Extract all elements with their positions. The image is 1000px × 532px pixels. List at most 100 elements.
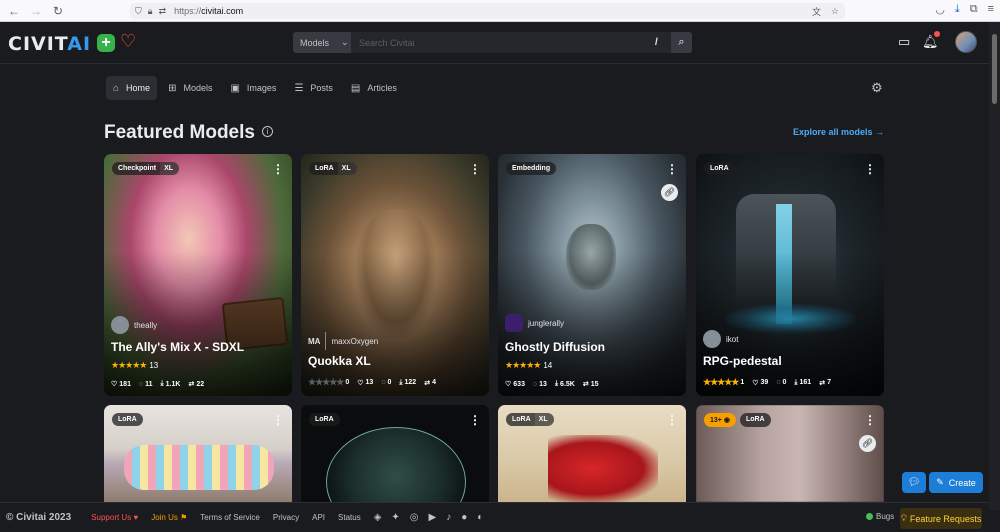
scrollbar-thumb[interactable] <box>992 34 997 104</box>
type-badge: LoRA <box>506 413 535 426</box>
badge-group: LoRA XL <box>506 413 554 426</box>
menu-icon[interactable]: ≡ <box>988 3 994 16</box>
subnav-home[interactable]: ⌂ Home <box>106 76 158 100</box>
type-badge: Embedding <box>506 162 557 175</box>
address-bar[interactable]: ⛉ 🔒︎ ⇄ https://civitai.com 文 ☆ <box>130 3 845 19</box>
more-options-icon[interactable]: ⋮ <box>272 413 284 427</box>
explore-all-models-link[interactable]: Explore all models → <box>793 127 884 137</box>
reload-icon[interactable]: ↻ <box>50 3 66 19</box>
discord-icon[interactable]: ◈ <box>374 512 382 523</box>
downloads-icon[interactable]: ⤓ <box>955 3 960 16</box>
status-link[interactable]: Status <box>338 513 361 522</box>
rating: ★★★★★ 13 <box>111 360 159 370</box>
support-us-link[interactable]: Support Us ♥ <box>91 513 138 522</box>
youtube-icon[interactable]: ▶ <box>429 512 437 523</box>
page-scrollbar[interactable] <box>989 22 1000 510</box>
terms-link[interactable]: Terms of Service <box>200 513 260 522</box>
image-count-icon: ⇄ <box>582 381 589 388</box>
heart-icon: ♥ <box>133 513 139 522</box>
model-card[interactable]: 13+ ◉ LoRA ⋮ 🔗︎ <box>696 405 884 502</box>
more-options-icon[interactable]: ⋮ <box>272 162 284 176</box>
link-icon[interactable]: 🔗︎ <box>661 184 678 201</box>
privacy-link[interactable]: Privacy <box>273 513 299 522</box>
type-badge: LoRA <box>309 413 340 426</box>
bugs-link[interactable]: Bugs <box>866 512 894 521</box>
card-gradient <box>301 250 489 396</box>
more-options-icon[interactable]: ⋮ <box>666 162 678 176</box>
subnav-models[interactable]: ⊞ Models <box>161 76 219 100</box>
url-host: civitai.com <box>201 6 244 16</box>
subnav-articles[interactable]: ▤ Articles <box>344 76 404 100</box>
comment-icon: ◌ <box>138 380 144 388</box>
model-card[interactable]: LoRA XL ⋮ MA maxxOxygen Quokka XL ★★★★★ 0 ♡… <box>301 154 489 396</box>
more-options-icon[interactable]: ⋮ <box>469 413 481 427</box>
model-card[interactable]: LoRA ⋮ ikot RPG-pedestal ★★★★★ 1 ♡ 39 ◌ 0 ⤓… <box>696 154 884 396</box>
creator[interactable]: junglerally <box>505 314 564 332</box>
badge-group: LoRA <box>112 413 143 426</box>
browser-toolbar: ← → ↻ ⛉ 🔒︎ ⇄ https://civitai.com 文 ☆ ◡ ⤓… <box>0 0 1000 22</box>
download-icon: ⤓ <box>160 380 164 387</box>
more-options-icon[interactable]: ⋮ <box>666 413 678 427</box>
creator[interactable]: theally <box>111 316 157 334</box>
badge-group: LoRA XL <box>309 162 357 175</box>
github-icon[interactable]: ◐ <box>477 512 483 523</box>
info-icon[interactable]: i <box>262 126 273 137</box>
model-card[interactable]: Embedding ⋮ 🔗︎ junglerally Ghostly Diffu… <box>498 154 686 396</box>
more-options-icon[interactable]: ⋮ <box>864 162 876 176</box>
model-title: Ghostly Diffusion <box>505 340 605 354</box>
rating: ★★★★★ 14 <box>505 360 553 370</box>
reddit-icon[interactable]: ● <box>461 512 467 523</box>
user-avatar[interactable] <box>955 31 977 53</box>
settings-gear-icon[interactable]: ⚙ <box>871 80 883 96</box>
more-options-icon[interactable]: ⋮ <box>864 413 876 427</box>
chat-button[interactable]: 💬︎ <box>902 472 926 493</box>
support-heart-icon[interactable]: ♡ <box>120 31 136 52</box>
translate-icon[interactable]: 文 <box>812 5 821 18</box>
forward-icon[interactable]: → <box>28 3 44 19</box>
home-subnav: ⌂ Home ⊞ Models ▣ Images ☰ Posts ▤ Articles <box>106 76 404 100</box>
type-badge: LoRA <box>309 162 338 175</box>
search-scope-select[interactable]: Models ⌄ <box>293 32 351 53</box>
twitter-icon[interactable]: ✦ <box>391 512 399 523</box>
more-options-icon[interactable]: ⋮ <box>469 162 481 176</box>
subnav-posts[interactable]: ☰ Posts <box>287 76 339 100</box>
heart-icon: ♡ <box>357 379 364 387</box>
download-icon: ⤓ <box>554 380 559 387</box>
model-card[interactable]: LoRA ⋮ <box>301 405 489 502</box>
model-card[interactable]: Checkpoint XL ⋮ theally The Ally's Mix X … <box>104 154 292 396</box>
creator[interactable]: MA maxxOxygen <box>308 332 378 350</box>
site-footer: © Civitai 2023 Support Us ♥ Join Us ⚑ Te… <box>0 502 989 532</box>
creator[interactable]: ikot <box>703 330 738 348</box>
search-bar: Models⌄ / ⌕ <box>293 32 692 53</box>
link-icon[interactable]: 🔗︎ <box>859 435 876 452</box>
search-input[interactable] <box>351 32 671 53</box>
model-stats: ♡ 181 ◌ 11 ⤓ 1.1K ⇄ 22 <box>111 380 205 388</box>
pocket-icon[interactable]: ◡ <box>935 3 945 16</box>
lightbulb-icon: 💡︎ <box>900 513 907 523</box>
create-button[interactable]: ✎ Create <box>929 472 983 493</box>
stars-icon: ★★★★★ <box>111 360 147 370</box>
extensions-icon[interactable]: ⧉ <box>970 3 978 16</box>
search-icon[interactable]: ⌕ <box>671 32 692 53</box>
back-icon[interactable]: ← <box>6 3 22 19</box>
join-us-link[interactable]: Join Us ⚑ <box>151 513 187 522</box>
create-plus-button[interactable]: + <box>97 34 115 52</box>
type-badge: Checkpoint <box>112 162 161 175</box>
nsfw-level-badge: 13+ ◉ <box>704 413 736 427</box>
instagram-icon[interactable]: ◎ <box>410 512 419 523</box>
crochet-object <box>124 445 274 490</box>
api-link[interactable]: API <box>312 513 325 522</box>
monitor-icon[interactable]: ▭ <box>898 34 910 50</box>
bookmark-star-icon[interactable]: ☆ <box>831 6 839 17</box>
model-card[interactable]: LoRA ⋮ <box>104 405 292 502</box>
tiktok-icon[interactable]: ♪ <box>446 512 451 523</box>
model-card[interactable]: LoRA XL ⋮ <box>498 405 686 502</box>
heart-icon: ♡ <box>752 379 759 387</box>
civitai-logo[interactable]: CIVITAI <box>8 33 91 55</box>
copyright: © Civitai 2023 <box>6 512 72 523</box>
feature-requests-button[interactable]: 💡︎ Feature Requests <box>900 508 982 529</box>
creator-avatar <box>111 316 129 334</box>
badge-group: Checkpoint XL <box>112 162 180 175</box>
subnav-images[interactable]: ▣ Images <box>223 76 283 100</box>
image-count-icon: ⇄ <box>819 379 826 387</box>
